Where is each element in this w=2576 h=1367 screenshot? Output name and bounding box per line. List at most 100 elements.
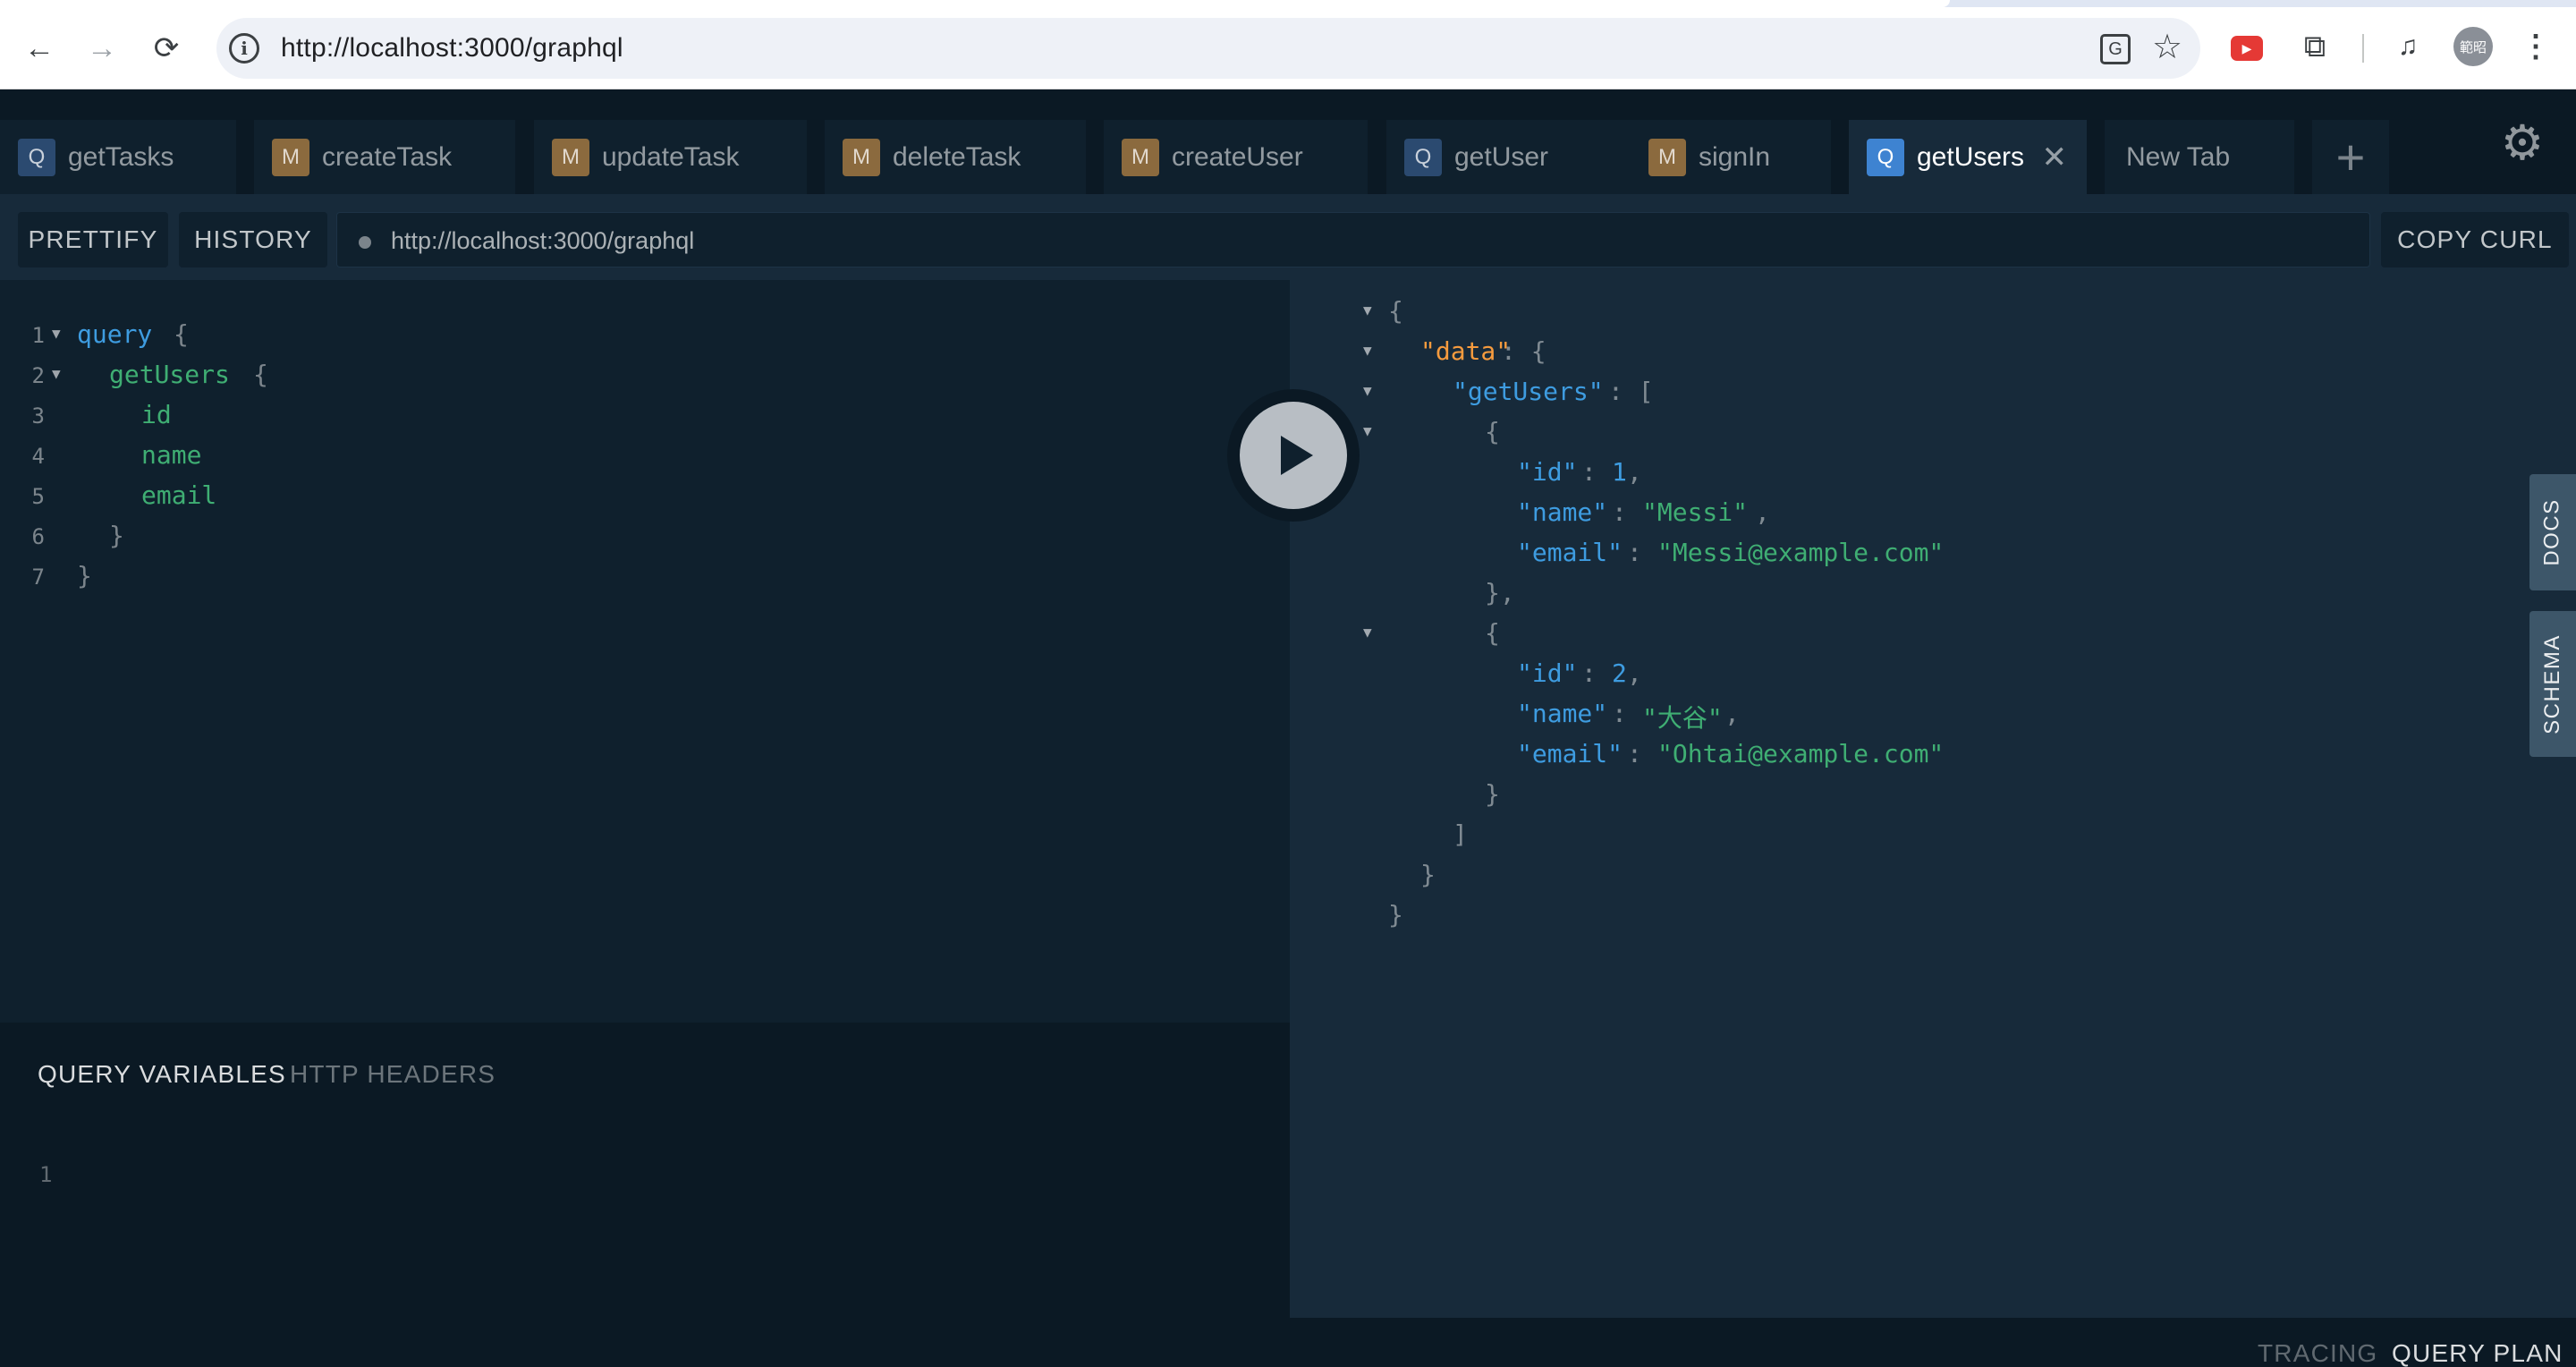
tab-signin[interactable]: M signIn (1631, 120, 1831, 194)
http-headers-tab[interactable]: HTTP HEADERS (290, 1060, 496, 1089)
tab-label: createTask (322, 141, 453, 172)
query-field: id (141, 400, 172, 429)
execute-query-button[interactable] (1227, 389, 1360, 522)
line-number: 6 (31, 524, 45, 549)
query-variables-tab[interactable]: QUERY VARIABLES (38, 1060, 286, 1089)
tracing-tab[interactable]: TRACING (2258, 1339, 2377, 1367)
tab-updatetask[interactable]: M updateTask (534, 120, 807, 194)
add-tab-button[interactable]: + (2312, 120, 2389, 194)
browser-toolbar: ← → ⟳ i http://localhost:3000/graphql G … (0, 0, 2576, 89)
result-line: ▼ { (1290, 293, 2576, 333)
tab-getuser[interactable]: Q getUser (1386, 120, 1648, 194)
result-line: ▼ { (1290, 413, 2576, 454)
fold-arrow-icon[interactable]: ▼ (52, 325, 61, 342)
reload-icon[interactable]: ⟳ (145, 27, 188, 70)
close-tab-icon[interactable]: ✕ (2042, 140, 2068, 175)
fold-arrow-icon[interactable]: ▼ (1363, 624, 1372, 641)
prettify-button[interactable]: PRETTIFY (18, 212, 168, 267)
open-brace: { (1388, 296, 1403, 326)
name-value: "大谷" (1642, 703, 1723, 733)
copy-curl-button[interactable]: COPY CURL (2381, 212, 2569, 267)
tab-createuser[interactable]: M createUser (1104, 120, 1368, 194)
extensions-puzzle-icon[interactable]: ⧉ (2295, 27, 2334, 66)
graphql-playground: Q getTasks M createTask M updateTask M d… (0, 89, 2576, 1367)
query-badge: Q (18, 138, 55, 176)
key-separator: : (1627, 739, 1657, 768)
fold-arrow-icon[interactable]: ▼ (52, 365, 61, 382)
query-editor[interactable]: 1 ▼ query { 2 ▼ getUsers { 3 id 4 name 5… (0, 280, 1290, 1112)
result-line: "id" : 1 , (1290, 454, 2576, 494)
close-brace: } (1485, 779, 1500, 809)
result-line: ▼ "getUsers" : [ (1290, 373, 2576, 413)
code-line: 5 email (0, 477, 1290, 517)
endpoint-input[interactable]: http://localhost:3000/graphql (336, 212, 2370, 267)
result-line: } (1290, 856, 2576, 896)
youtube-extension-icon[interactable]: ▶ (2231, 36, 2263, 61)
forward-icon[interactable]: → (80, 27, 123, 70)
mutation-badge: M (552, 138, 589, 176)
tab-label: updateTask (602, 141, 740, 172)
line-number: 3 (31, 403, 45, 429)
tab-bar: Q getTasks M createTask M updateTask M d… (0, 89, 2576, 194)
tab-label: createUser (1172, 141, 1303, 172)
query-badge: Q (1404, 138, 1442, 176)
line-number: 2 (31, 363, 45, 388)
tab-createtask[interactable]: M createTask (254, 120, 515, 194)
back-icon[interactable]: ← (18, 27, 61, 70)
open-brace: { (174, 319, 189, 349)
comma: , (1724, 699, 1740, 728)
close-brace: } (1420, 860, 1436, 889)
result-line: ▼ "data" : { (1290, 333, 2576, 373)
result-line: ▼ { (1290, 615, 2576, 655)
fold-arrow-icon[interactable]: ▼ (1363, 342, 1372, 359)
email-key: "email" (1517, 739, 1623, 768)
fold-arrow-icon[interactable]: ▼ (1363, 301, 1372, 318)
result-line: } (1290, 896, 2576, 937)
tab-label: deleteTask (893, 141, 1021, 172)
fold-arrow-icon[interactable]: ▼ (1363, 422, 1372, 439)
line-number: 1 (39, 1162, 53, 1187)
email-key: "email" (1517, 538, 1623, 567)
query-field: email (141, 480, 217, 510)
key-separator: : (1612, 699, 1642, 728)
play-icon (1240, 402, 1347, 509)
id-key: "id" (1517, 457, 1578, 487)
translate-icon[interactable]: G (2100, 34, 2131, 64)
name-key: "name" (1517, 497, 1608, 527)
endpoint-url[interactable]: http://localhost:3000/graphql (391, 227, 694, 255)
close-brace: } (1388, 900, 1403, 930)
close-brace: }, (1485, 578, 1515, 607)
tab-getusers[interactable]: Q getUsers ✕ (1849, 120, 2087, 194)
result-line: }, (1290, 574, 2576, 615)
editor-toolbar: PRETTIFY HISTORY http://localhost:3000/g… (0, 194, 2576, 280)
key-separator: : { (1501, 336, 1546, 366)
site-info-icon[interactable]: i (229, 33, 259, 64)
query-plan-tab[interactable]: QUERY PLAN (2392, 1339, 2563, 1367)
docs-side-tab[interactable]: DOCS (2529, 474, 2576, 590)
result-line: } (1290, 776, 2576, 816)
code-line: 7 } (0, 557, 1290, 598)
history-button[interactable]: HISTORY (179, 212, 327, 267)
result-viewer[interactable]: ▼ { ▼ "data" : { ▼ "getUsers" : [ ▼ { "i… (1290, 280, 2576, 1318)
bookmark-star-icon[interactable]: ☆ (2152, 27, 2182, 67)
tab-new[interactable]: New Tab (2105, 120, 2294, 194)
browser-menu-icon[interactable]: ⋮ (2521, 27, 2551, 66)
email-value: "Ohtai@example.com" (1657, 739, 1945, 768)
fold-arrow-icon[interactable]: ▼ (1363, 382, 1372, 399)
settings-gear-icon[interactable]: ⚙ (2496, 116, 2549, 170)
media-control-icon[interactable]: ♫ (2388, 27, 2428, 66)
comma: , (1627, 457, 1642, 487)
tab-gettasks[interactable]: Q getTasks (0, 120, 236, 194)
result-line: "name" : "Messi" , (1290, 494, 2576, 534)
tab-deletetask[interactable]: M deleteTask (825, 120, 1086, 194)
key-separator: : [ (1608, 377, 1654, 406)
address-bar[interactable]: i http://localhost:3000/graphql G ☆ (216, 18, 2200, 79)
code-line: 2 ▼ getUsers { (0, 356, 1290, 396)
tab-label: getTasks (68, 141, 174, 172)
schema-side-tab[interactable]: SCHEMA (2529, 611, 2576, 757)
open-brace: { (253, 360, 268, 389)
address-url[interactable]: http://localhost:3000/graphql (281, 33, 623, 64)
code-line: 3 id (0, 396, 1290, 437)
browser-active-tab[interactable] (0, 0, 1950, 7)
profile-avatar[interactable]: 範昭 (2453, 27, 2493, 66)
